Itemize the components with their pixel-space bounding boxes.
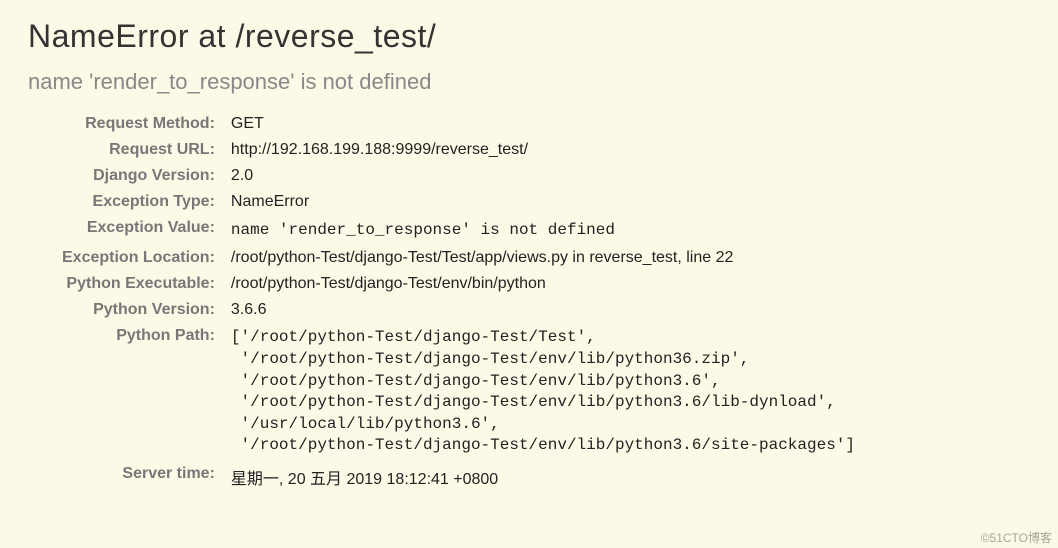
python-version-value: 3.6.6: [225, 297, 855, 323]
exception-location-value: /root/python-Test/django-Test/Test/app/v…: [225, 245, 855, 271]
django-version-label: Django Version:: [62, 163, 225, 189]
table-row: Request URL: http://192.168.199.188:9999…: [62, 137, 855, 163]
exception-type-value: NameError: [225, 189, 855, 215]
request-url-label: Request URL:: [62, 137, 225, 163]
table-row: Request Method: GET: [62, 111, 855, 137]
exception-message: name 'render_to_response' is not defined: [28, 69, 1030, 95]
server-time-value: 星期一, 20 五月 2019 18:12:41 +0800: [225, 461, 855, 493]
request-method-value: GET: [225, 111, 855, 137]
exception-value-label: Exception Value:: [62, 215, 225, 245]
exception-value-value: name 'render_to_response' is not defined: [225, 215, 855, 245]
table-row: Python Executable: /root/python-Test/dja…: [62, 271, 855, 297]
request-method-label: Request Method:: [62, 111, 225, 137]
python-path-value: ['/root/python-Test/django-Test/Test', '…: [225, 323, 855, 461]
table-row: Exception Location: /root/python-Test/dj…: [62, 245, 855, 271]
table-row: Exception Type: NameError: [62, 189, 855, 215]
python-executable-label: Python Executable:: [62, 271, 225, 297]
table-row: Python Version: 3.6.6: [62, 297, 855, 323]
page-title: NameError at /reverse_test/: [28, 18, 1030, 55]
error-summary: NameError at /reverse_test/ name 'render…: [0, 0, 1058, 503]
python-version-label: Python Version:: [62, 297, 225, 323]
django-version-value: 2.0: [225, 163, 855, 189]
exception-type-label: Exception Type:: [62, 189, 225, 215]
meta-table: Request Method: GET Request URL: http://…: [62, 111, 855, 493]
python-executable-value: /root/python-Test/django-Test/env/bin/py…: [225, 271, 855, 297]
watermark: ©51CTO博客: [981, 529, 1052, 546]
request-url-value: http://192.168.199.188:9999/reverse_test…: [225, 137, 855, 163]
table-row: Django Version: 2.0: [62, 163, 855, 189]
table-row: Server time: 星期一, 20 五月 2019 18:12:41 +0…: [62, 461, 855, 493]
table-row: Python Path: ['/root/python-Test/django-…: [62, 323, 855, 461]
python-path-label: Python Path:: [62, 323, 225, 461]
server-time-label: Server time:: [62, 461, 225, 493]
table-row: Exception Value: name 'render_to_respons…: [62, 215, 855, 245]
exception-location-label: Exception Location:: [62, 245, 225, 271]
